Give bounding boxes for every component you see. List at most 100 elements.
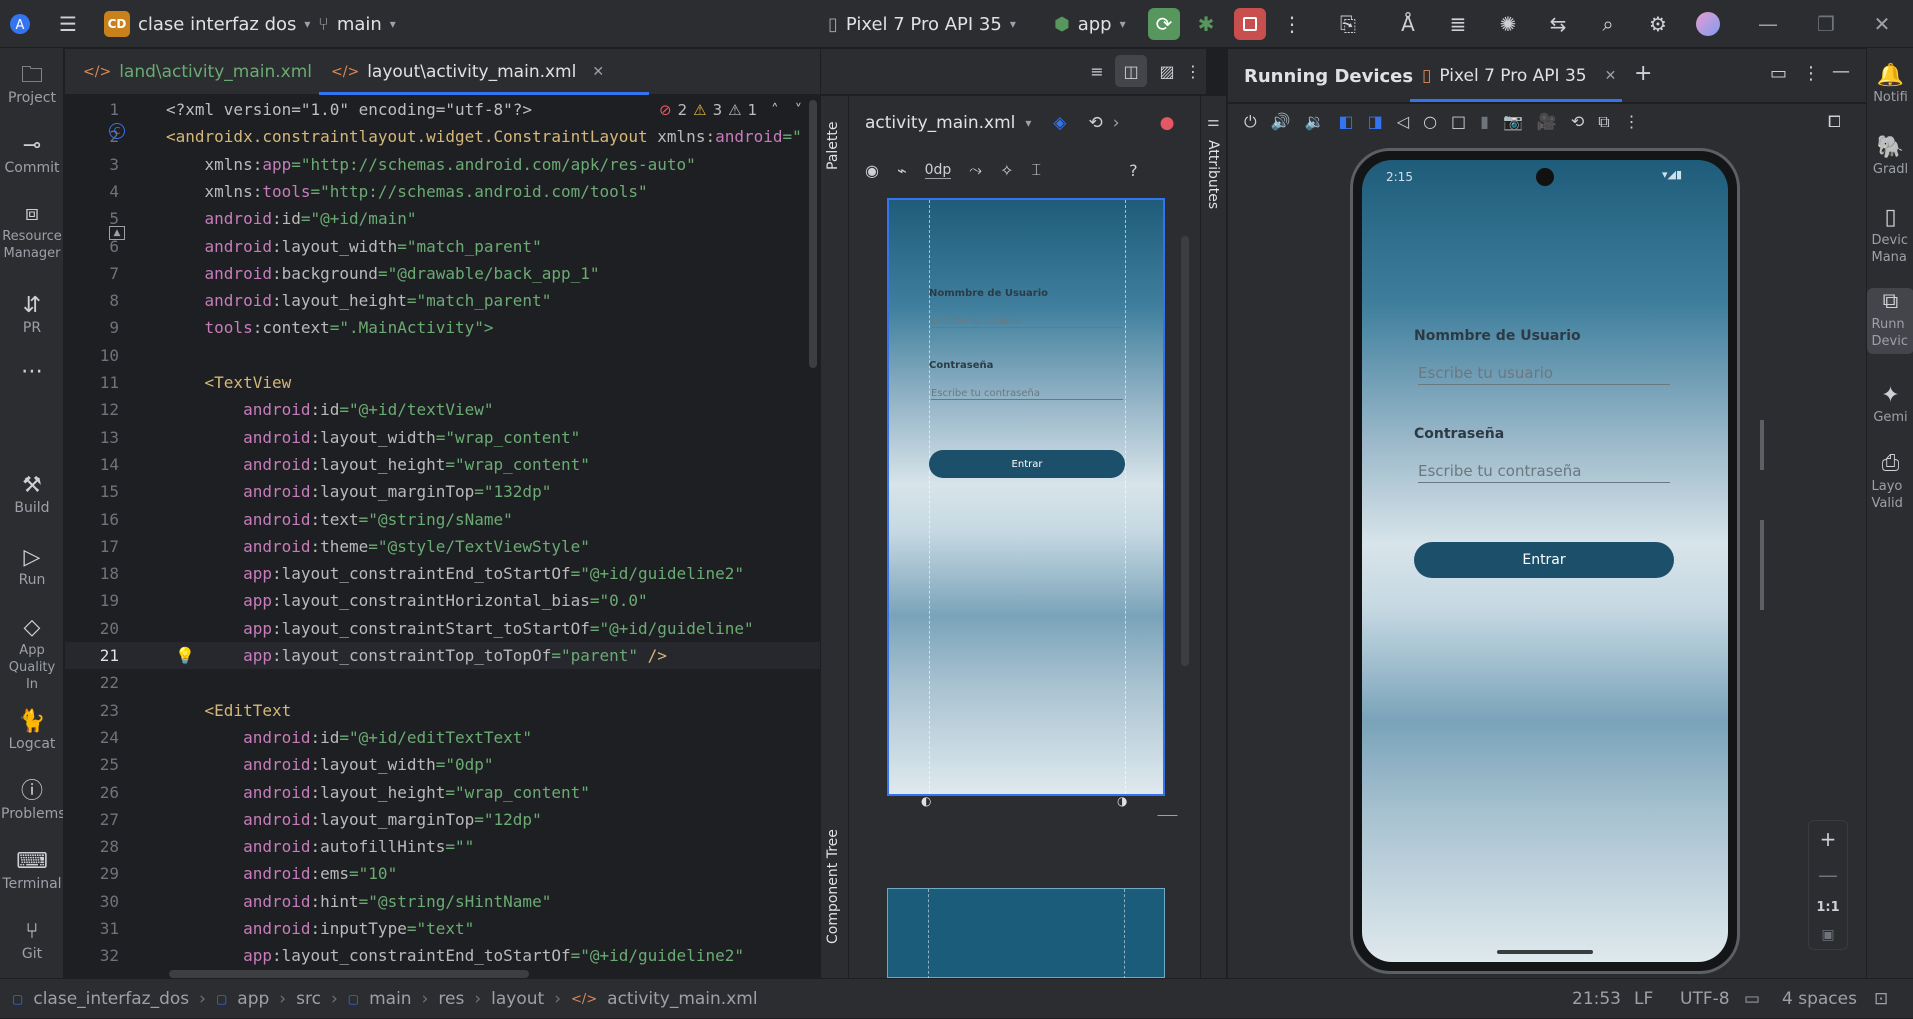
more-options-icon[interactable]: ⋮	[1624, 112, 1640, 132]
chevron-up-icon[interactable]: ˄	[771, 101, 779, 119]
code-line[interactable]: 11 <TextView	[65, 369, 820, 396]
code-line[interactable]: 28 android:autofillHints=""	[65, 833, 820, 860]
preview-entrar-button[interactable]: Entrar	[929, 450, 1125, 478]
more-tools-icon[interactable]: ⋯	[0, 358, 64, 386]
device-mirroring-icon[interactable]: ⧠	[1828, 112, 1841, 132]
code-line[interactable]: 23 <EditText	[65, 697, 820, 724]
readonly-toggle-icon[interactable]: ▭	[1744, 979, 1760, 1019]
power-icon[interactable]: ⏻	[1244, 112, 1257, 132]
rerun-icon[interactable]: ⟳	[1148, 8, 1180, 40]
code-line[interactable]: 7 android:background="@drawable/back_app…	[65, 260, 820, 287]
password-input[interactable]: Escribe tu contraseña	[1418, 462, 1670, 483]
design-view-icon[interactable]: ▨	[1151, 55, 1183, 87]
design-error-icon[interactable]: ●	[1160, 113, 1175, 133]
chevron-down-icon[interactable]: ▾	[1025, 116, 1031, 130]
code-line[interactable]: 32 app:layout_constraintEnd_toStartOf="@…	[65, 942, 820, 969]
bug-icon[interactable]: ✺	[1492, 8, 1524, 40]
window-layout-icon[interactable]: ▭	[1770, 63, 1787, 84]
close-tab-icon[interactable]: ✕	[592, 64, 604, 80]
code-editor[interactable]: 1 <?xml version="1.0" encoding="utf-8"?> 2…	[65, 96, 820, 978]
rotate-left-icon[interactable]: ◧	[1339, 112, 1354, 132]
code-line[interactable]: 9 tools:context=".MainActivity">	[65, 314, 820, 341]
zoom-in-icon[interactable]: +	[1820, 827, 1837, 851]
tool-pr[interactable]: ⇵ PR	[0, 292, 64, 336]
tool-layout-validation[interactable]: ⎙ Layo Valid	[1867, 450, 1913, 512]
palette-tab[interactable]: Palette	[825, 122, 841, 171]
translate-icon[interactable]: Å	[1392, 8, 1424, 40]
more-options-icon[interactable]: ⋮	[1183, 55, 1203, 87]
preview-user-label[interactable]: Nommbre de Usuario	[929, 288, 1048, 299]
code-line[interactable]: 25 android:layout_width="0dp"	[65, 751, 820, 778]
code-line[interactable]: 22	[65, 669, 820, 696]
breadcrumb-item[interactable]: clase_interfaz_dos	[33, 989, 189, 1009]
tab-land-activity-main[interactable]: </> land\activity_main.xml	[83, 49, 312, 95]
file-encoding[interactable]: UTF-8	[1680, 979, 1730, 1019]
eye-icon[interactable]: ◉	[865, 161, 879, 180]
tool-logcat[interactable]: 🐈 Logcat	[0, 708, 64, 752]
code-line[interactable]: 8 android:layout_height="match_parent"	[65, 287, 820, 314]
default-margin[interactable]: 0dp	[924, 162, 952, 179]
tool-project[interactable]: 🗀 Project	[0, 62, 64, 106]
code-line[interactable]: 5 android:id="@+id/main"	[65, 205, 820, 232]
code-line[interactable]: 14 android:layout_height="wrap_content"	[65, 451, 820, 478]
screen-record-icon[interactable]: 🎥	[1537, 112, 1557, 132]
code-line[interactable]: 27 android:layout_marginTop="12dp"	[65, 806, 820, 833]
maximize-icon[interactable]: ❐	[1810, 8, 1842, 40]
preview-user-field[interactable]: Escribe tu usuario	[931, 316, 1123, 328]
profiler-icon[interactable]: ≣	[1442, 8, 1474, 40]
close-window-icon[interactable]: ✕	[1866, 8, 1898, 40]
design-scrollbar[interactable]	[1181, 236, 1189, 666]
design-surface-icon[interactable]: ◈	[1053, 113, 1066, 133]
code-line[interactable]: 4 xmlns:tools="http://schemas.android.co…	[65, 178, 820, 205]
help-icon[interactable]: ?	[1129, 161, 1138, 180]
device-tab[interactable]: ▯ Pixel 7 Pro API 35 ✕	[1422, 49, 1616, 103]
inspection-widget[interactable]: ⊘ 2 ⚠ 3 ⚠ 1 ˄ ˅	[659, 96, 802, 123]
code-line[interactable]: 17 android:theme="@style/TextViewStyle"	[65, 533, 820, 560]
code-line[interactable]: 13 android:layout_width="wrap_content"	[65, 424, 820, 451]
tool-gradle[interactable]: 🐘 Gradl	[1867, 134, 1913, 177]
code-line[interactable]: 19 app:layout_constraintHorizontal_bias=…	[65, 587, 820, 614]
sync-gradle-icon[interactable]: ⇆	[1542, 8, 1574, 40]
caret-position[interactable]: 21:53	[1572, 979, 1621, 1019]
chevron-down-icon[interactable]: ˅	[795, 101, 803, 119]
minimize-icon[interactable]: —	[1752, 8, 1784, 40]
code-line[interactable]: 30 android:hint="@string/sHintName"	[65, 888, 820, 915]
code-line[interactable]: 10	[65, 342, 820, 369]
resize-handle[interactable]	[1157, 796, 1197, 816]
tool-gemini[interactable]: ✦ Gemi	[1867, 382, 1913, 425]
back-icon[interactable]: ◁	[1397, 112, 1409, 132]
attributes-tab[interactable]: Attributes	[1205, 140, 1221, 209]
overview-icon[interactable]: □	[1451, 112, 1466, 132]
lightbulb-icon[interactable]: 💡	[175, 646, 195, 665]
screenshot-icon[interactable]: 📷	[1503, 112, 1523, 132]
hide-panel-icon[interactable]: —	[1832, 61, 1850, 82]
tool-resource-manager[interactable]: ⧈ Resource Manager	[0, 200, 64, 262]
volume-up-icon[interactable]: 🔊	[1271, 112, 1291, 132]
lock-icon[interactable]: ⊡	[1874, 979, 1888, 1019]
zoom-fit-icon[interactable]: ▣	[1821, 927, 1834, 943]
debug-icon[interactable]: ✱	[1190, 8, 1222, 40]
orientation-icon[interactable]: ⟲	[1089, 113, 1103, 133]
line-separator[interactable]: LF	[1634, 979, 1653, 1019]
add-device-icon[interactable]: +	[1634, 61, 1652, 86]
infer-constraints-icon[interactable]: ✧	[1000, 161, 1013, 180]
more-options-icon[interactable]: ⋮	[1802, 63, 1820, 84]
tab-layout-activity-main[interactable]: </> layout\activity_main.xml ✕	[331, 49, 604, 95]
tool-commit[interactable]: ⊸ Commit	[0, 132, 64, 176]
project-widget[interactable]: CD clase interfaz dos ▾	[104, 0, 310, 48]
code-line[interactable]: 12 android:id="@+id/textView"	[65, 396, 820, 423]
zoom-actual-size[interactable]: 1:1	[1816, 900, 1839, 915]
code-line[interactable]: 20 app:layout_constraintStart_toStartOf=…	[65, 615, 820, 642]
tool-app-quality[interactable]: ◇ App Quality In	[0, 614, 64, 693]
tool-terminal[interactable]: ⌨ Terminal	[0, 848, 64, 892]
guideline-handle-start[interactable]: ◐	[921, 794, 931, 808]
guideline-end[interactable]	[1125, 200, 1126, 794]
preview-pass-field[interactable]: Escribe tu contraseña	[931, 388, 1123, 400]
tool-run[interactable]: ▷ Run	[0, 544, 64, 588]
tool-notifications[interactable]: 🔔 Notifi	[1867, 62, 1913, 105]
magnet-icon[interactable]: ⌁	[897, 161, 907, 180]
zoom-out-icon[interactable]: —	[1818, 863, 1838, 887]
vertical-scrollbar[interactable]	[809, 100, 817, 368]
code-line[interactable]: 29 android:ems="10"	[65, 860, 820, 887]
breadcrumb-item[interactable]: src	[296, 989, 321, 1009]
